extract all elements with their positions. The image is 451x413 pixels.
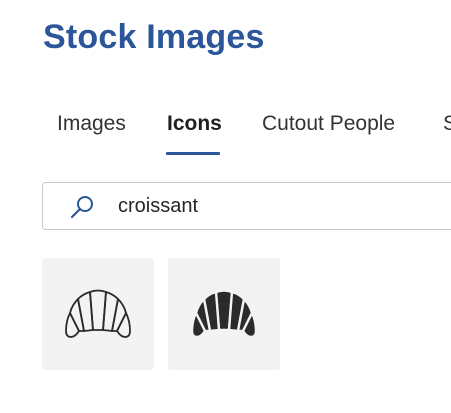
result-tile-croissant-filled[interactable] (168, 258, 280, 370)
tab-images[interactable]: Images (57, 110, 126, 138)
tab-overflow[interactable]: S (443, 110, 451, 138)
tab-icons[interactable]: Icons (167, 110, 222, 138)
tab-cutout-people[interactable]: Cutout People (262, 110, 395, 138)
result-tile-croissant-outline[interactable] (42, 258, 154, 370)
search-box (42, 182, 451, 230)
page-title: Stock Images (43, 18, 265, 56)
search-icon (70, 196, 93, 219)
stock-images-dialog: Stock Images Images Icons Cutout People … (0, 0, 451, 413)
search-input[interactable] (118, 192, 418, 220)
croissant-filled-icon (190, 289, 258, 339)
croissant-outline-icon (65, 289, 131, 338)
tab-bar: Images Icons Cutout People S (57, 110, 451, 158)
active-tab-indicator (166, 152, 220, 155)
